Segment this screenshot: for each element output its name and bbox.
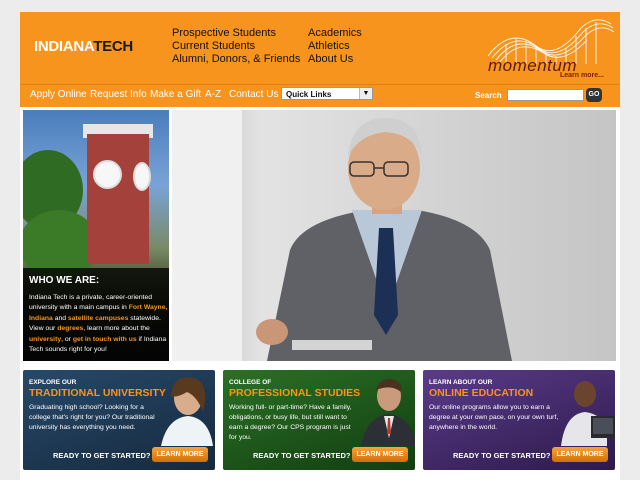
degrees-link[interactable]: degrees xyxy=(57,325,83,332)
professional-studies-card[interactable]: COLLEGE OF PROFESSIONAL STUDIES Working … xyxy=(223,370,415,470)
nav-column-audiences: Prospective Students Current Students Al… xyxy=(172,27,300,66)
nav-about-us[interactable]: About Us xyxy=(308,53,362,66)
chevron-down-icon[interactable]: ▼ xyxy=(359,88,372,99)
card-ready-text: READY TO GET STARTED? xyxy=(253,451,351,460)
learn-more-button[interactable]: LEARN MORE xyxy=(552,447,608,462)
nav-alumni-donors-friends[interactable]: Alumni, Donors, & Friends xyxy=(172,53,300,66)
satellite-campuses-link[interactable]: satellite campuses xyxy=(68,315,128,322)
nav-current-students[interactable]: Current Students xyxy=(172,40,300,53)
get-in-touch-link[interactable]: get in touch with us xyxy=(73,336,137,343)
card-ready-text: READY TO GET STARTED? xyxy=(453,451,551,460)
a-z-link[interactable]: A-Z xyxy=(205,89,221,100)
logo-tech: TECH xyxy=(93,38,133,55)
apply-online-link[interactable]: Apply Online xyxy=(30,89,87,100)
card-eyebrow: COLLEGE OF xyxy=(229,379,272,386)
search-label: Search xyxy=(475,91,502,100)
nav-academics[interactable]: Academics xyxy=(308,27,362,40)
quick-links-select[interactable]: Quick Links ▼ xyxy=(281,87,373,100)
university-link[interactable]: university xyxy=(29,336,61,343)
card-body: Our online programs allow you to earn a … xyxy=(429,404,559,431)
hero-photo xyxy=(172,110,616,361)
nav-prospective-students[interactable]: Prospective Students xyxy=(172,27,300,40)
traditional-university-card[interactable]: EXPLORE OUR TRADITIONAL UNIVERSITY Gradu… xyxy=(23,370,215,470)
quick-links-label: Quick Links xyxy=(286,90,332,99)
card-eyebrow: LEARN ABOUT OUR xyxy=(429,379,493,386)
search-input[interactable] xyxy=(507,89,584,101)
search-go-button[interactable]: GO xyxy=(586,88,602,102)
who-we-are-panel: WHO WE ARE: Indiana Tech is a private, c… xyxy=(23,110,169,361)
online-student-photo xyxy=(561,381,615,446)
page: INDIANATECH Prospective Students Current… xyxy=(20,12,620,480)
clock-face-icon xyxy=(93,160,122,189)
make-a-gift-link[interactable]: Make a Gift xyxy=(150,89,201,100)
site-header: INDIANATECH Prospective Students Current… xyxy=(20,12,620,84)
learn-more-button[interactable]: LEARN MORE xyxy=(352,447,408,462)
who-we-are-heading: WHO WE ARE: xyxy=(29,275,100,286)
online-education-card[interactable]: LEARN ABOUT OUR ONLINE EDUCATION Our onl… xyxy=(423,370,615,470)
who-we-are-text: Indiana Tech is a private, career-orient… xyxy=(29,294,168,354)
card-eyebrow: EXPLORE OUR xyxy=(29,379,77,386)
card-body: Working full- or part-time? Have a famil… xyxy=(229,404,352,441)
card-ready-text: READY TO GET STARTED? xyxy=(53,451,151,460)
professional-photo xyxy=(361,379,415,446)
learn-more-button[interactable]: LEARN MORE xyxy=(152,447,208,462)
card-title[interactable]: ONLINE EDUCATION xyxy=(429,387,533,399)
request-info-link[interactable]: Request Info xyxy=(90,89,147,100)
nav-column-sections: Academics Athletics About Us xyxy=(308,27,362,66)
contact-us-link[interactable]: Contact Us xyxy=(229,89,278,100)
clock-face-side-icon xyxy=(133,162,151,191)
nav-athletics[interactable]: Athletics xyxy=(308,40,362,53)
card-title[interactable]: PROFESSIONAL STUDIES xyxy=(229,387,360,399)
logo-indiana: INDIANA xyxy=(34,38,94,55)
card-body: Graduating high school? Looking for a co… xyxy=(29,404,155,431)
card-title[interactable]: TRADITIONAL UNIVERSITY xyxy=(29,387,166,399)
clock-tower-photo xyxy=(87,134,149,264)
hero-person-graphic xyxy=(256,118,512,361)
site-logo[interactable]: INDIANATECH xyxy=(34,38,133,55)
momentum-learn-more-link[interactable]: Learn more... xyxy=(560,72,604,79)
